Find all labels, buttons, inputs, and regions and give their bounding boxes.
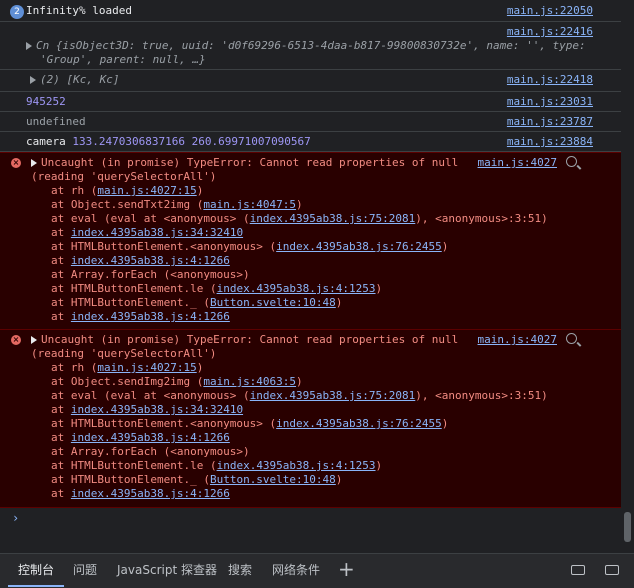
stack-trace: at rh (main.js:4027:15) at Object.sendIm… <box>31 361 621 501</box>
stack-link[interactable]: index.4395ab38.js:4:1266 <box>71 487 230 500</box>
scrollbar-thumb[interactable] <box>624 512 631 542</box>
error-text: Uncaught (in promise) TypeError: Cannot … <box>41 156 459 169</box>
search-icon[interactable] <box>566 156 577 167</box>
source-link[interactable]: main.js:4027 <box>478 333 557 347</box>
log-row-array: (2) [Kc, Kc] main.js:22418 <box>0 70 621 92</box>
log-row-camera: camera 133.2470306837166 260.69971007090… <box>0 132 621 152</box>
close-drawer-icon[interactable] <box>605 565 619 575</box>
log-row-undefined: undefined main.js:23787 <box>0 112 621 132</box>
stack-link[interactable]: index.4395ab38.js:76:2455 <box>276 240 442 253</box>
log-row-number: 945252 main.js:23031 <box>0 92 621 112</box>
expand-arrow-icon[interactable] <box>31 159 37 167</box>
prompt-chevron-icon: › <box>12 511 20 525</box>
array-preview[interactable]: (2) [Kc, Kc] <box>40 73 119 86</box>
stack-frame: at HTMLButtonElement.le (index.4395ab38.… <box>51 282 383 295</box>
source-link[interactable]: main.js:4027 <box>478 156 557 170</box>
stack-link[interactable]: index.4395ab38.js:75:2081 <box>250 389 416 402</box>
stack-link[interactable]: index.4395ab38.js:4:1253 <box>217 459 376 472</box>
error-icon: × <box>11 335 21 345</box>
console-prompt[interactable]: › <box>0 508 621 528</box>
source-link[interactable]: main.js:23787 <box>507 115 593 129</box>
stack-link[interactable]: Button.svelte:10:48 <box>210 296 336 309</box>
tab-issues[interactable]: 问题 <box>73 554 97 587</box>
stack-link[interactable]: index.4395ab38.js:4:1266 <box>71 310 230 323</box>
tab-search[interactable]: 搜索 <box>228 554 252 587</box>
stack-frame: at index.4395ab38.js:4:1266 <box>51 254 230 267</box>
stack-frame: at Array.forEach (<anonymous>) <box>51 268 250 281</box>
dock-icon[interactable] <box>571 565 585 575</box>
scrollbar[interactable] <box>621 0 634 553</box>
stack-link[interactable]: main.js:4027:15 <box>97 184 196 197</box>
stack-frame: at HTMLButtonElement.<anonymous> (index.… <box>51 417 449 430</box>
stack-link[interactable]: main.js:4047:5 <box>203 198 296 211</box>
expand-arrow-icon[interactable] <box>26 42 32 50</box>
stack-frame: at rh (main.js:4027:15) <box>51 361 204 374</box>
expand-arrow-icon[interactable] <box>30 76 36 84</box>
stack-link[interactable]: index.4395ab38.js:34:32410 <box>71 226 243 239</box>
stack-frame: at HTMLButtonElement.le (index.4395ab38.… <box>51 459 383 472</box>
stack-frame: at eval (eval at <anonymous> (index.4395… <box>51 212 548 225</box>
stack-link[interactable]: index.4395ab38.js:34:32410 <box>71 403 243 416</box>
stack-frame: at index.4395ab38.js:34:32410 <box>51 403 244 416</box>
add-tab-icon[interactable]: + <box>338 554 355 587</box>
stack-frame: at index.4395ab38.js:4:1266 <box>51 431 230 444</box>
source-link[interactable]: main.js:22418 <box>507 73 593 87</box>
stack-frame: at HTMLButtonElement._ (Button.svelte:10… <box>51 296 343 309</box>
log-text: Infinity% loaded <box>26 4 132 17</box>
drawer-tabbar: 控制台 问题 JavaScript 探查器 搜索 网络条件 + <box>0 553 634 588</box>
tab-js-profiler[interactable]: JavaScript 探查器 <box>117 554 217 587</box>
stack-link[interactable]: main.js:4063:5 <box>203 375 296 388</box>
log-value: 260.69971007090567 <box>191 135 311 148</box>
source-link[interactable]: main.js:23031 <box>507 95 593 109</box>
stack-link[interactable]: index.4395ab38.js:76:2455 <box>276 417 442 430</box>
stack-frame: at index.4395ab38.js:4:1266 <box>51 487 230 500</box>
error-text-detail: (reading 'querySelectorAll') <box>31 347 217 360</box>
log-number: 945252 <box>26 95 66 108</box>
source-link[interactable]: main.js:22416 <box>507 25 593 39</box>
tab-console[interactable]: 控制台 <box>8 554 65 587</box>
object-preview-line2: 'Group', parent: null, …} <box>40 53 206 66</box>
log-value: 133.2470306837166 <box>72 135 185 148</box>
stack-frame: at Array.forEach (<anonymous>) <box>51 445 250 458</box>
stack-frame: at eval (eval at <anonymous> (index.4395… <box>51 389 548 402</box>
stack-link[interactable]: index.4395ab38.js:75:2081 <box>250 212 416 225</box>
stack-frame: at HTMLButtonElement.<anonymous> (index.… <box>51 240 449 253</box>
log-label: camera <box>26 135 66 148</box>
tab-network-conditions[interactable]: 网络条件 <box>272 554 320 587</box>
stack-link[interactable]: index.4395ab38.js:4:1266 <box>71 254 230 267</box>
stack-frame: at Object.sendTxt2img (main.js:4047:5) <box>51 198 303 211</box>
stack-frame: at rh (main.js:4027:15) <box>51 184 204 197</box>
error-text: Uncaught (in promise) TypeError: Cannot … <box>41 333 459 346</box>
log-row: 2 Infinity% loaded main.js:22050 <box>0 0 621 22</box>
error-text-detail: (reading 'querySelectorAll') <box>31 170 217 183</box>
console-panel: 2 Infinity% loaded main.js:22050 main.js… <box>0 0 621 553</box>
error-message: × main.js:4027 Uncaught (in promise) Typ… <box>0 152 621 330</box>
log-row-object: main.js:22416 Cn {isObject3D: true, uuid… <box>0 22 621 70</box>
repeat-count-badge: 2 <box>10 5 24 19</box>
stack-frame: at index.4395ab38.js:34:32410 <box>51 226 244 239</box>
search-icon[interactable] <box>566 333 577 344</box>
stack-frame: at index.4395ab38.js:4:1266 <box>51 310 230 323</box>
source-link[interactable]: main.js:22050 <box>507 4 593 18</box>
error-message: × main.js:4027 Uncaught (in promise) Typ… <box>0 330 621 508</box>
stack-frame: at Object.sendImg2img (main.js:4063:5) <box>51 375 303 388</box>
stack-frame: at HTMLButtonElement._ (Button.svelte:10… <box>51 473 343 486</box>
stack-trace: at rh (main.js:4027:15) at Object.sendTx… <box>31 184 621 324</box>
stack-link[interactable]: main.js:4027:15 <box>97 361 196 374</box>
stack-link[interactable]: index.4395ab38.js:4:1253 <box>217 282 376 295</box>
stack-link[interactable]: Button.svelte:10:48 <box>210 473 336 486</box>
expand-arrow-icon[interactable] <box>31 336 37 344</box>
log-text: undefined <box>26 115 86 128</box>
stack-link[interactable]: index.4395ab38.js:4:1266 <box>71 431 230 444</box>
error-icon: × <box>11 158 21 168</box>
source-link[interactable]: main.js:23884 <box>507 135 593 149</box>
